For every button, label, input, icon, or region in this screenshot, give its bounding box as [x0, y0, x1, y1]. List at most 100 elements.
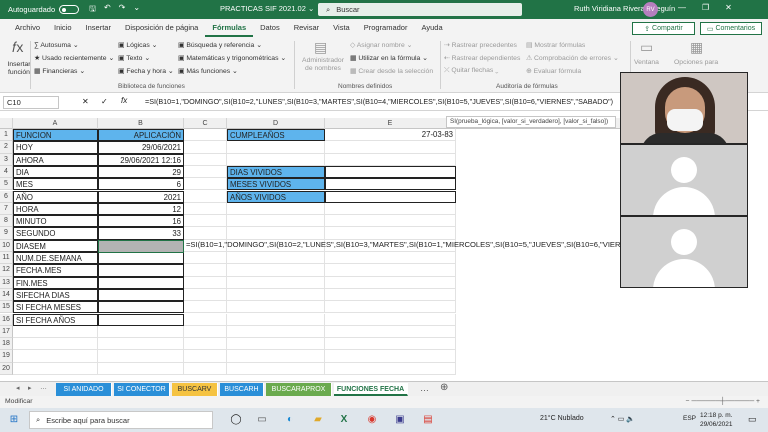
- show-formulas-button[interactable]: ▤ Mostrar fórmulas: [526, 41, 585, 49]
- cell-e20[interactable]: [325, 362, 456, 375]
- sheet-tab-si-anidado[interactable]: SI ANIDADO: [56, 383, 112, 396]
- cell-b19[interactable]: [98, 350, 184, 363]
- cell-b11[interactable]: [98, 252, 184, 265]
- cell-a8[interactable]: MINUTO: [13, 215, 98, 228]
- row-header[interactable]: 7: [0, 202, 13, 216]
- taskbar-search[interactable]: ⌕ Escribe aquí para buscar: [29, 411, 213, 429]
- cell-b15[interactable]: [98, 301, 184, 314]
- cell-c2[interactable]: [184, 141, 227, 154]
- row-header[interactable]: 19: [0, 350, 13, 363]
- tab-ayuda[interactable]: Ayuda: [414, 19, 449, 37]
- name-box[interactable]: C10: [3, 96, 59, 109]
- row-header[interactable]: 4: [0, 165, 13, 179]
- language-indicator[interactable]: ESP: [683, 415, 696, 422]
- trace-precedents-button[interactable]: ⇢ Rastrear precedentes: [444, 41, 517, 49]
- cell-a16[interactable]: SI FECHA AÑOS: [13, 313, 98, 326]
- tab-inicio[interactable]: Inicio: [47, 19, 79, 37]
- cell-a4[interactable]: DIA: [13, 165, 98, 179]
- share-button[interactable]: ⇪ Compartir: [632, 22, 695, 35]
- app-icon[interactable]: ▤: [420, 412, 436, 428]
- search-box[interactable]: ⌕ Buscar: [318, 3, 522, 16]
- meeting-app-icon[interactable]: ▣: [392, 412, 408, 428]
- cell-d12[interactable]: [227, 264, 325, 277]
- minimize-button[interactable]: —: [678, 3, 686, 12]
- notifications-icon[interactable]: ▭: [748, 414, 757, 425]
- cell-a14[interactable]: SIFECHA DIAS: [13, 288, 98, 302]
- formula-input[interactable]: =SI(B10=1,"DOMINGO",SI(B10=2,"LUNES",SI(…: [145, 97, 615, 106]
- cell-a13[interactable]: FIN.MES: [13, 276, 98, 289]
- cell-a7[interactable]: HORA: [13, 202, 98, 216]
- sheet-tab-buscarh[interactable]: BUSCARH: [220, 383, 264, 396]
- cell-b5[interactable]: 6: [98, 178, 184, 191]
- cell-d2[interactable]: [227, 141, 325, 154]
- insert-function-button[interactable]: Insertar función: [5, 61, 33, 77]
- cell-c19[interactable]: [184, 350, 227, 363]
- create-from-selection-button[interactable]: ▦ Crear desde la selección: [350, 67, 433, 75]
- cell-b18[interactable]: [98, 338, 184, 351]
- remove-arrows-button[interactable]: ⤫ Quitar flechas ⌄: [444, 67, 498, 75]
- cell-a3[interactable]: AHORA: [13, 153, 98, 166]
- row-header[interactable]: 17: [0, 325, 13, 339]
- cell-d14[interactable]: [227, 288, 325, 302]
- sheet-tab-si-conector[interactable]: SI CONECTOR: [114, 383, 170, 396]
- cell-e4[interactable]: [325, 165, 456, 179]
- restore-button[interactable]: ❐: [702, 3, 709, 12]
- cell-c20[interactable]: [184, 362, 227, 375]
- cell-b20[interactable]: [98, 362, 184, 375]
- calc-options-button[interactable]: Opciones para: [674, 59, 718, 66]
- cell-d3[interactable]: [227, 153, 325, 166]
- row-header[interactable]: 11: [0, 252, 13, 265]
- cell-c13[interactable]: [184, 276, 227, 289]
- row-header[interactable]: 12: [0, 264, 13, 277]
- cell-b13[interactable]: [98, 276, 184, 289]
- cell-d9[interactable]: [227, 227, 325, 240]
- cell-d8[interactable]: [227, 215, 325, 228]
- tab-datos[interactable]: Datos: [253, 19, 287, 37]
- autosum-button[interactable]: ∑ Autosuma ⌄: [34, 41, 79, 49]
- error-checking-button[interactable]: ⚠ Comprobación de errores ⌄: [526, 54, 619, 62]
- next-sheet-icon[interactable]: ▸: [28, 384, 32, 392]
- watch-window-button[interactable]: Ventana: [634, 59, 659, 66]
- column-header-d[interactable]: D: [227, 118, 325, 129]
- row-header[interactable]: 3: [0, 153, 13, 166]
- tab-programador[interactable]: Programador: [357, 19, 415, 37]
- cell-e15[interactable]: [325, 301, 456, 314]
- cell-b8[interactable]: 16: [98, 215, 184, 228]
- cell-a5[interactable]: MES: [13, 178, 98, 191]
- cell-c3[interactable]: [184, 153, 227, 166]
- edge-icon[interactable]: ◐: [282, 412, 298, 428]
- column-header-a[interactable]: A: [13, 118, 98, 129]
- sheet-tab-buscaraprox[interactable]: BUSCARAPROX: [266, 383, 332, 396]
- cell-c17[interactable]: [184, 325, 227, 339]
- cell-c4[interactable]: [184, 165, 227, 179]
- select-all-corner[interactable]: [0, 118, 13, 129]
- row-header[interactable]: 13: [0, 276, 13, 289]
- save-icon[interactable]: 🖫: [89, 3, 96, 17]
- financial-button[interactable]: ▦ Financieras ⌄: [34, 67, 85, 75]
- cell-b14[interactable]: [98, 288, 184, 302]
- use-in-formula-button[interactable]: ▦ Utilizar en la fórmula ⌄: [350, 54, 428, 62]
- enter-icon[interactable]: ✓: [101, 97, 108, 106]
- cell-c1[interactable]: [184, 129, 227, 142]
- cell-a11[interactable]: NUM.DE.SEMANA: [13, 252, 98, 265]
- cell-e19[interactable]: [325, 350, 456, 363]
- file-explorer-icon[interactable]: ▭: [254, 412, 270, 428]
- cell-e8[interactable]: [325, 215, 456, 228]
- logical-button[interactable]: ▣ Lógicas ⌄: [118, 41, 157, 49]
- prev-sheet-icon[interactable]: ◂: [16, 384, 20, 392]
- cell-e12[interactable]: [325, 264, 456, 277]
- undo-icon[interactable]: ↶: [104, 3, 111, 17]
- cell-c15[interactable]: [184, 301, 227, 314]
- cell-d19[interactable]: [227, 350, 325, 363]
- cell-a1[interactable]: FUNCION: [13, 129, 98, 142]
- cell-b1[interactable]: APLICACIÓN: [98, 129, 184, 142]
- excel-icon[interactable]: X: [336, 412, 352, 428]
- cell-e16[interactable]: [325, 313, 456, 326]
- cell-d18[interactable]: [227, 338, 325, 351]
- cell-d1[interactable]: CUMPLEAÑOS: [227, 129, 325, 142]
- weather-widget[interactable]: 21°C Nublado: [540, 415, 584, 422]
- redo-icon[interactable]: ↷: [119, 3, 126, 17]
- row-header[interactable]: 6: [0, 190, 13, 203]
- cell-c18[interactable]: [184, 338, 227, 351]
- row-header[interactable]: 14: [0, 288, 13, 302]
